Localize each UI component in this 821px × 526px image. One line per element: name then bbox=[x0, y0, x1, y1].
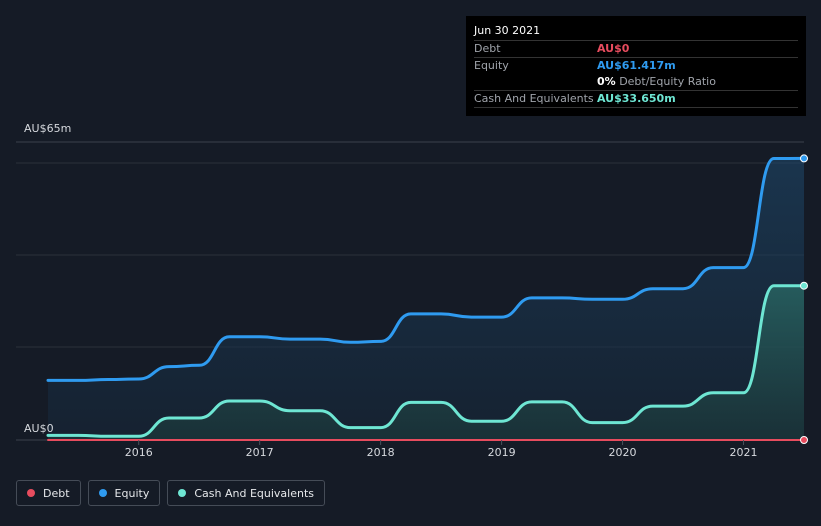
legend-label: Debt bbox=[43, 486, 70, 500]
tooltip-date: Jun 30 2021 bbox=[474, 22, 798, 41]
tooltip-ratio-value: 0% bbox=[597, 75, 616, 88]
x-axis: 2016 2017 2018 2019 2020 2021 bbox=[125, 440, 758, 459]
legend-dot-equity bbox=[98, 489, 107, 497]
y-axis-label-zero: AU$0 bbox=[24, 422, 54, 435]
legend-dot-cash bbox=[178, 489, 187, 497]
tooltip-row-ratio: 0% Debt/Equity Ratio bbox=[474, 74, 798, 91]
tooltip-label: Cash And Equivalents bbox=[474, 92, 594, 105]
chart-root: 2016 2017 2018 2019 2020 2021 AU$65m AU$0 Jun … bbox=[0, 0, 821, 526]
tooltip-row-debt: Debt AU$0 bbox=[474, 41, 798, 58]
area-equity bbox=[48, 158, 804, 440]
tooltip-value-debt: AU$0 bbox=[597, 42, 630, 55]
tooltip-row-cash: Cash And Equivalents AU$33.650m bbox=[474, 91, 798, 108]
x-tick-label: 2018 bbox=[367, 446, 395, 459]
x-tick-label: 2020 bbox=[609, 446, 637, 459]
chart-legend: Debt Equity Cash And Equivalents bbox=[16, 480, 325, 506]
x-tick-label: 2017 bbox=[246, 446, 274, 459]
tooltip-value-equity: AU$61.417m bbox=[597, 59, 676, 72]
end-marker-cash-and-equivalents bbox=[800, 281, 808, 290]
x-tick-label: 2019 bbox=[488, 446, 516, 459]
data-tooltip: Jun 30 2021 Debt AU$0 Equity AU$61.417m … bbox=[466, 16, 806, 116]
end-marker-equity bbox=[800, 154, 808, 163]
legend-item-cash[interactable]: Cash And Equivalents bbox=[167, 480, 325, 506]
tooltip-label: Debt bbox=[474, 42, 501, 55]
legend-label: Cash And Equivalents bbox=[194, 486, 314, 500]
x-tick-label: 2021 bbox=[730, 446, 758, 459]
series-areas bbox=[48, 158, 804, 440]
tooltip-label: Equity bbox=[474, 59, 509, 72]
legend-dot-debt bbox=[27, 489, 35, 497]
tooltip-value-cash: AU$33.650m bbox=[597, 92, 676, 105]
y-axis-label-top: AU$65m bbox=[24, 122, 71, 135]
x-tick-label: 2016 bbox=[125, 446, 153, 459]
legend-item-debt[interactable]: Debt bbox=[16, 480, 81, 506]
end-marker-debt bbox=[800, 436, 808, 444]
legend-label: Equity bbox=[114, 486, 150, 500]
legend-item-equity[interactable]: Equity bbox=[87, 480, 161, 506]
tooltip-label-spacer bbox=[474, 74, 597, 90]
tooltip-row-equity: Equity AU$61.417m bbox=[474, 58, 798, 74]
tooltip-ratio-label: Debt/Equity Ratio bbox=[619, 75, 716, 88]
